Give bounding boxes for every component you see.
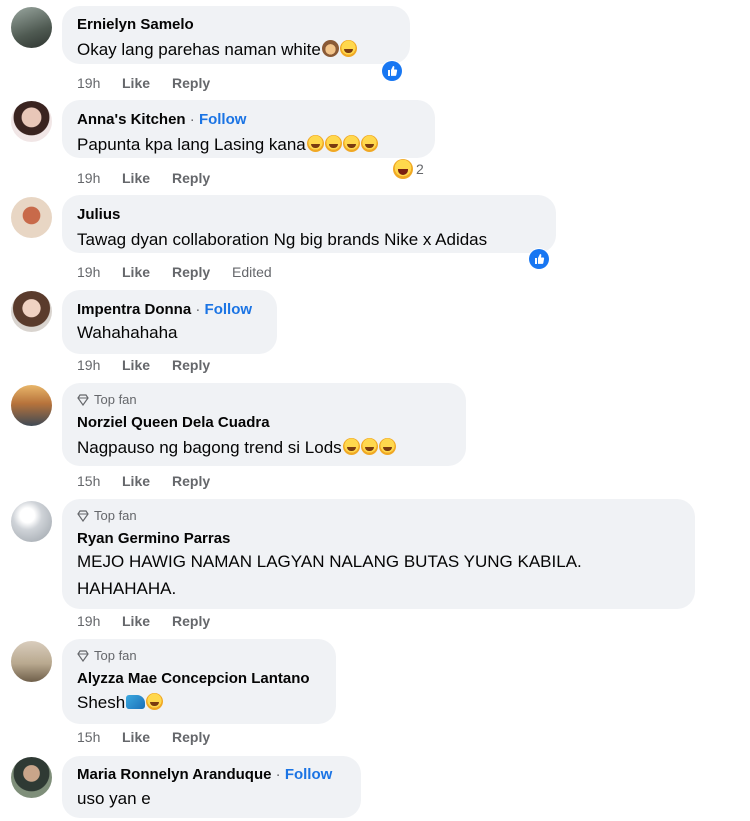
follow-link[interactable]: Follow bbox=[285, 766, 333, 783]
comment-text: MEJO HAWIG NAMAN LAGYAN NALANG BUTAS YUN… bbox=[77, 552, 582, 571]
like-button[interactable]: Like bbox=[122, 264, 172, 280]
comment-bubble: Julius Tawag dyan collaboration Ng big b… bbox=[62, 195, 556, 253]
comment-text: Okay lang parehas naman white bbox=[77, 36, 357, 64]
comment-timestamp[interactable]: 19h bbox=[77, 170, 122, 186]
top-fan-badge: Top fan bbox=[77, 648, 137, 663]
like-button[interactable]: Like bbox=[122, 613, 172, 629]
see-no-evil-monkey-icon bbox=[321, 40, 339, 57]
top-fan-badge: Top fan bbox=[77, 508, 137, 523]
rofl-emoji-icon bbox=[306, 135, 324, 152]
avatar[interactable] bbox=[11, 641, 52, 682]
rofl-emoji-icon bbox=[339, 40, 357, 57]
comment-actions: 15h Like Reply bbox=[77, 729, 232, 745]
reaction-badge[interactable]: 2 bbox=[392, 158, 428, 180]
avatar[interactable] bbox=[11, 291, 52, 332]
comment-author[interactable]: Julius bbox=[77, 206, 120, 223]
comment-actions: 15h Like Reply bbox=[77, 473, 232, 489]
like-button[interactable]: Like bbox=[122, 729, 172, 745]
comment-bubble: Maria Ronnelyn Aranduque · Follow uso ya… bbox=[62, 756, 361, 818]
follow-link[interactable]: Follow bbox=[199, 111, 247, 128]
edited-label: Edited bbox=[232, 264, 272, 280]
like-button[interactable]: Like bbox=[122, 75, 172, 91]
like-button[interactable]: Like bbox=[122, 473, 172, 489]
comment-text: HAHAHAHA. bbox=[77, 579, 177, 598]
rofl-emoji-icon bbox=[378, 438, 396, 455]
rofl-emoji-icon bbox=[342, 438, 360, 455]
comment-text: Wahahahaha bbox=[77, 323, 178, 342]
comment-text: Nagpauso ng bagong trend si Lods bbox=[77, 434, 396, 462]
comment-author[interactable]: Maria Ronnelyn Aranduque · Follow bbox=[77, 766, 332, 783]
like-button[interactable]: Like bbox=[122, 170, 172, 186]
comment-actions: 19h Like Reply bbox=[77, 357, 232, 373]
comment-author[interactable]: Impentra Donna · Follow bbox=[77, 301, 252, 318]
haha-reaction-icon bbox=[393, 159, 413, 179]
follow-link[interactable]: Follow bbox=[205, 301, 253, 318]
top-fan-badge: Top fan bbox=[77, 392, 137, 407]
comment-timestamp[interactable]: 15h bbox=[77, 473, 122, 489]
comment-text: uso yan e bbox=[77, 789, 151, 808]
rofl-emoji-icon bbox=[360, 135, 378, 152]
reply-button[interactable]: Reply bbox=[172, 473, 232, 489]
reaction-badge[interactable] bbox=[381, 60, 403, 82]
avatar[interactable] bbox=[11, 197, 52, 238]
diamond-icon bbox=[77, 649, 89, 662]
reply-button[interactable]: Reply bbox=[172, 264, 232, 280]
comment-timestamp[interactable]: 19h bbox=[77, 613, 122, 629]
avatar[interactable] bbox=[11, 501, 52, 542]
comment-actions: 19h Like Reply bbox=[77, 613, 232, 629]
reply-button[interactable]: Reply bbox=[172, 75, 232, 91]
comment-timestamp[interactable]: 15h bbox=[77, 729, 122, 745]
comment-author[interactable]: Ryan Germino Parras bbox=[77, 530, 230, 547]
avatar[interactable] bbox=[11, 7, 52, 48]
reply-button[interactable]: Reply bbox=[172, 170, 232, 186]
rofl-emoji-icon bbox=[360, 438, 378, 455]
reply-button[interactable]: Reply bbox=[172, 613, 232, 629]
reply-button[interactable]: Reply bbox=[172, 729, 232, 745]
comment-timestamp[interactable]: 19h bbox=[77, 264, 122, 280]
avatar[interactable] bbox=[11, 101, 52, 142]
rofl-emoji-icon bbox=[324, 135, 342, 152]
comment-bubble: Ernielyn Samelo Okay lang parehas naman … bbox=[62, 6, 410, 64]
comment-timestamp[interactable]: 19h bbox=[77, 357, 122, 373]
rofl-emoji-icon bbox=[146, 693, 164, 710]
reaction-badge[interactable] bbox=[528, 248, 550, 270]
like-button[interactable]: Like bbox=[122, 357, 172, 373]
comment-bubble: Top fan Alyzza Mae Concepcion Lantano Sh… bbox=[62, 639, 336, 724]
diamond-icon bbox=[77, 393, 89, 406]
avatar[interactable] bbox=[11, 757, 52, 798]
like-reaction-icon bbox=[382, 61, 402, 81]
comment-actions: 19h Like Reply bbox=[77, 75, 232, 91]
comment-bubble: Impentra Donna · Follow Wahahahaha bbox=[62, 290, 277, 354]
comment-author[interactable]: Alyzza Mae Concepcion Lantano bbox=[77, 670, 310, 687]
avatar[interactable] bbox=[11, 385, 52, 426]
comment-bubble: Anna's Kitchen · Follow Papunta kpa lang… bbox=[62, 100, 435, 158]
diamond-icon bbox=[77, 509, 89, 522]
comment-author[interactable]: Ernielyn Samelo bbox=[77, 16, 194, 33]
comment-timestamp[interactable]: 19h bbox=[77, 75, 122, 91]
comment-bubble: Top fan Ryan Germino Parras MEJO HAWIG N… bbox=[62, 499, 695, 609]
comment-actions: 19h Like Reply bbox=[77, 170, 232, 186]
comment-text: Tawag dyan collaboration Ng big brands N… bbox=[77, 230, 488, 249]
comment-text: Papunta kpa lang Lasing kana bbox=[77, 131, 378, 159]
comment-text: Shesh bbox=[77, 689, 164, 717]
like-reaction-icon bbox=[529, 249, 549, 269]
rofl-emoji-icon bbox=[342, 135, 360, 152]
reaction-count: 2 bbox=[416, 161, 424, 177]
running-shoe-icon bbox=[126, 695, 146, 709]
comment-author[interactable]: Anna's Kitchen · Follow bbox=[77, 111, 246, 128]
reply-button[interactable]: Reply bbox=[172, 357, 232, 373]
comment-actions: 19h Like Reply Edited bbox=[77, 264, 272, 280]
comment-author[interactable]: Norziel Queen Dela Cuadra bbox=[77, 414, 270, 431]
comment-bubble: Top fan Norziel Queen Dela Cuadra Nagpau… bbox=[62, 383, 466, 466]
